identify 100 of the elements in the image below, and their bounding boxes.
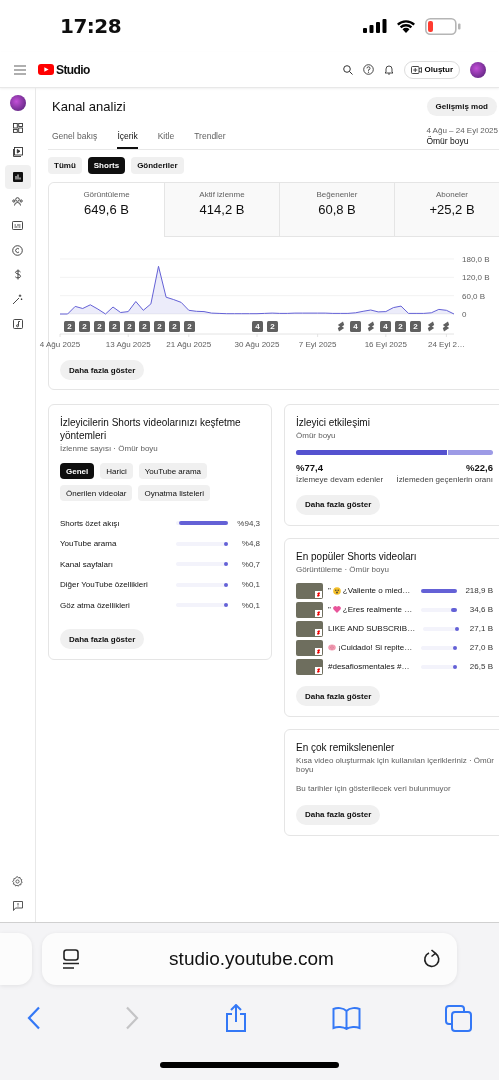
- view-count: 34,6 B: [468, 605, 493, 614]
- filter-chip[interactable]: Genel: [60, 463, 95, 479]
- heart-icon: [332, 606, 341, 613]
- analytics-nav-item[interactable]: [4, 164, 31, 189]
- date-range-selector[interactable]: 4 Ağu – 24 Eyl 2025 Ömür boyu: [426, 126, 499, 149]
- video-title[interactable]: ¡Cuidado! Si repite…: [338, 643, 413, 652]
- upload-count-marker[interactable]: 2: [109, 320, 120, 332]
- status-time: 17:28: [60, 14, 122, 38]
- dollar-icon: [13, 269, 22, 281]
- help-icon[interactable]: [362, 64, 374, 75]
- metric-tab[interactable]: Aktif izlenme 414,2 B: [164, 183, 279, 237]
- create-button[interactable]: Oluştur: [403, 60, 460, 79]
- metric-tab[interactable]: Beğenenler 60,8 B: [279, 183, 394, 237]
- traffic-share: %4,8: [240, 539, 260, 549]
- thumbnail-placeholder[interactable]: [296, 620, 323, 637]
- empty-state-text: Bu tarihler için gösterilecek veri bulunmuyor: [296, 784, 452, 793]
- show-more-button[interactable]: Daha fazla göster: [60, 360, 145, 380]
- upload-count-marker[interactable]: 2: [154, 320, 165, 332]
- tab[interactable]: İçerik: [117, 131, 138, 149]
- video-title-prefix: ": [328, 586, 331, 595]
- upload-count-marker[interactable]: 4: [350, 320, 361, 332]
- card-subtitle: İzlenme sayısı · Ömür boyu: [60, 444, 159, 453]
- x-axis-label: 24 Eyl 2…: [427, 340, 465, 349]
- avatar[interactable]: [470, 61, 486, 78]
- view-count: 27,1 B: [468, 624, 493, 633]
- y-axis-label: 180,0 B: [462, 255, 490, 264]
- search-icon[interactable]: [342, 64, 353, 75]
- upload-count-marker[interactable]: 2: [410, 320, 421, 332]
- y-axis-label: 120,0 B: [462, 273, 490, 283]
- card-title: En çok remikslenenler: [296, 741, 396, 754]
- upload-count-marker[interactable]: 2: [169, 320, 180, 332]
- video-title[interactable]: LIKE AND SUBSCRIB…: [328, 624, 416, 633]
- show-more-button[interactable]: Daha fazla göster: [296, 494, 381, 515]
- video-title[interactable]: ¿Eres realmente …: [342, 605, 413, 614]
- thumbnail-placeholder[interactable]: [296, 601, 323, 618]
- upload-count-marker[interactable]: 2: [267, 320, 278, 332]
- show-more-button[interactable]: Daha fazla göster: [296, 686, 381, 706]
- bookmarks-icon[interactable]: [331, 1006, 361, 1030]
- tabs-icon[interactable]: [445, 1004, 472, 1032]
- engagement-label: İzlemeye devam edenler: [296, 475, 384, 484]
- upload-count-marker[interactable]: 2: [124, 320, 135, 332]
- card-title: İzleyicilerin Shorts videolarınızı keşfetme yöntemleri: [60, 416, 242, 442]
- upload-count-marker[interactable]: 2: [395, 320, 406, 332]
- upload-count-marker[interactable]: 2: [79, 320, 90, 332]
- advanced-mode-button[interactable]: Gelişmiş mod: [426, 96, 497, 116]
- traffic-source-label: Göz atma özellikleri: [60, 600, 131, 610]
- shorts-badge-icon: [315, 647, 322, 655]
- filter-chip[interactable]: YouTube arama: [138, 463, 208, 479]
- settings-icon: [12, 875, 23, 887]
- feedback-icon: [12, 900, 23, 911]
- filter-chip[interactable]: Shorts: [87, 157, 126, 174]
- bell-icon[interactable]: [383, 64, 394, 75]
- filter-chip[interactable]: Önerilen videolar: [60, 485, 133, 501]
- show-more-button[interactable]: Daha fazla göster: [60, 629, 145, 649]
- share-icon[interactable]: [223, 1004, 248, 1032]
- dashboard-icon: [12, 122, 23, 133]
- shorts-badge-icon: [315, 590, 322, 598]
- show-more-button[interactable]: Daha fazla göster: [296, 804, 381, 825]
- video-title[interactable]: ¿Valiente o mied…: [342, 586, 411, 595]
- traffic-source-label: YouTube arama: [60, 539, 118, 549]
- filter-chip[interactable]: Oynatma listeleri: [138, 485, 211, 501]
- shorts-marker-icon[interactable]: [336, 320, 345, 332]
- upload-count-marker[interactable]: 2: [64, 320, 75, 332]
- address-bar[interactable]: studio.youtube.com: [42, 933, 457, 985]
- shorts-badge-icon: [315, 628, 322, 636]
- upload-count-marker[interactable]: 2: [184, 320, 195, 332]
- traffic-share: %0,7: [240, 559, 260, 569]
- thumbnail-placeholder[interactable]: [296, 658, 323, 675]
- video-title[interactable]: #desafiosmentales #…: [328, 662, 410, 671]
- upload-count-marker[interactable]: 4: [380, 320, 391, 332]
- music-note-icon: [12, 318, 23, 329]
- traffic-share: %94,3: [236, 518, 260, 528]
- upload-count-marker[interactable]: 2: [139, 320, 150, 332]
- magic-wand-icon: [12, 293, 23, 305]
- x-axis-label: 4 Ağu 2025: [39, 340, 81, 349]
- shorts-badge-icon: [315, 609, 322, 617]
- upload-count-marker[interactable]: 4: [252, 320, 263, 332]
- view-count: 218,9 B: [464, 586, 493, 595]
- y-axis-label: 0: [462, 310, 467, 319]
- metric-tab[interactable]: Aboneler +25,2 B: [394, 183, 499, 237]
- x-axis-label: 21 Ağu 2025: [166, 340, 212, 349]
- tab[interactable]: Kitle: [157, 131, 175, 149]
- engagement-value: %77,4: [296, 462, 324, 473]
- x-axis-label: 13 Ağu 2025: [105, 340, 151, 349]
- thumbnail-placeholder[interactable]: [296, 582, 323, 599]
- traffic-share: %0,1: [240, 580, 260, 590]
- tab[interactable]: Trendler: [194, 131, 226, 149]
- shorts-marker-icon[interactable]: [426, 320, 435, 332]
- upload-count-marker[interactable]: 2: [94, 320, 105, 332]
- back-icon[interactable]: [27, 1006, 41, 1030]
- filter-chip[interactable]: Tümü: [48, 157, 82, 174]
- shorts-marker-icon[interactable]: [441, 320, 450, 332]
- shorts-marker-icon[interactable]: [366, 320, 375, 332]
- tab[interactable]: Genel bakış: [52, 131, 98, 149]
- card-subtitle: Görüntüleme · Ömür boyu: [296, 564, 390, 574]
- filter-chip[interactable]: Gönderiler: [131, 157, 184, 174]
- logo-text: Studio: [56, 62, 90, 77]
- filter-chip[interactable]: Harici: [100, 463, 133, 479]
- thumbnail-placeholder[interactable]: [296, 639, 323, 656]
- reload-icon: [423, 949, 441, 969]
